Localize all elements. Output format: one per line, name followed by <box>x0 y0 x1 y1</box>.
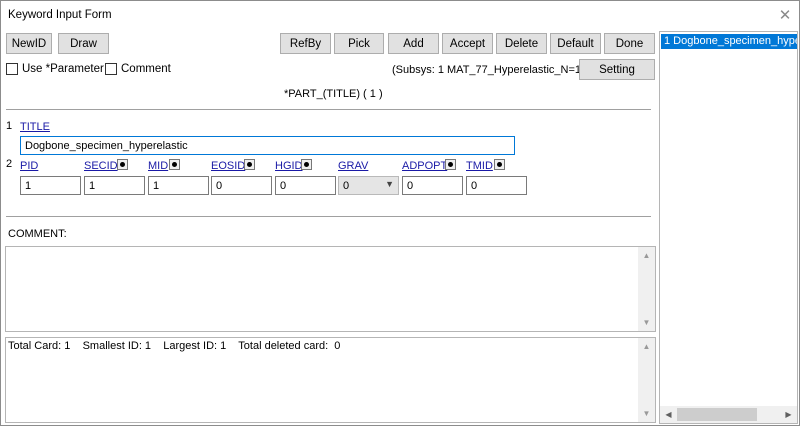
scrollbar-thumb[interactable] <box>677 408 757 421</box>
adpopt-input[interactable]: 0 <box>402 176 463 195</box>
title-field-label[interactable]: TITLE <box>20 121 50 133</box>
secid-input[interactable]: 1 <box>84 176 145 195</box>
comment-checkbox[interactable]: Comment <box>105 63 171 75</box>
keyword-input-window: Keyword Input Form ✕ NewID Draw RefBy Pi… <box>0 0 800 426</box>
eosid-field-label[interactable]: EOSID <box>211 160 245 172</box>
scroll-up-icon[interactable]: ▲ <box>638 338 655 355</box>
comment-textarea[interactable]: ▲ ▼ <box>5 246 656 332</box>
scroll-left-icon[interactable]: ◀ <box>660 406 677 423</box>
divider <box>6 216 651 218</box>
accept-button[interactable]: Accept <box>442 33 493 54</box>
newid-button[interactable]: NewID <box>6 33 52 54</box>
tmid-input[interactable]: 0 <box>466 176 527 195</box>
delete-button[interactable]: Delete <box>496 33 547 54</box>
hgid-pick-icon[interactable] <box>301 159 312 170</box>
done-button[interactable]: Done <box>604 33 655 54</box>
scroll-right-icon[interactable]: ▶ <box>780 406 797 423</box>
subsys-info: (Subsys: 1 MAT_77_Hyperelastic_N=1.k) <box>392 64 594 76</box>
vertical-scrollbar[interactable]: ▲ ▼ <box>638 247 655 331</box>
default-button[interactable]: Default <box>550 33 601 54</box>
divider <box>6 109 651 111</box>
keyword-header: *PART_(TITLE) ( 1 ) <box>284 88 383 100</box>
add-button[interactable]: Add <box>388 33 439 54</box>
comment-checkbox-label: Comment <box>121 63 171 75</box>
mid-input[interactable]: 1 <box>148 176 209 195</box>
grav-select[interactable]: 0 ▼ <box>338 176 399 195</box>
hgid-input[interactable]: 0 <box>275 176 336 195</box>
refby-button[interactable]: RefBy <box>280 33 331 54</box>
pid-field-label[interactable]: PID <box>20 160 38 172</box>
pick-button[interactable]: Pick <box>334 33 384 54</box>
eosid-pick-icon[interactable] <box>244 159 255 170</box>
use-parameter-label: Use *Parameter <box>22 63 104 75</box>
eosid-input[interactable]: 0 <box>211 176 272 195</box>
scroll-down-icon[interactable]: ▼ <box>638 405 655 422</box>
chevron-down-icon[interactable]: ▼ <box>385 179 394 189</box>
vertical-scrollbar[interactable]: ▲ ▼ <box>638 338 655 422</box>
tmid-pick-icon[interactable] <box>494 159 505 170</box>
adpopt-pick-icon[interactable] <box>445 159 456 170</box>
mid-pick-icon[interactable] <box>169 159 180 170</box>
title-bar: Keyword Input Form ✕ <box>1 1 799 31</box>
card-number: 1 <box>6 120 13 132</box>
draw-button[interactable]: Draw <box>58 33 109 54</box>
list-item-selected[interactable]: 1 Dogbone_specimen_hyperelastic <box>661 34 797 49</box>
horizontal-scrollbar[interactable]: ◀ ▶ <box>660 406 797 423</box>
secid-field-label[interactable]: SECID <box>84 160 118 172</box>
secid-pick-icon[interactable] <box>117 159 128 170</box>
checkbox-box[interactable] <box>6 63 18 75</box>
hgid-field-label[interactable]: HGID <box>275 160 303 172</box>
comment-label: COMMENT: <box>8 228 67 240</box>
card-number: 2 <box>6 158 13 170</box>
scroll-down-icon[interactable]: ▼ <box>638 314 655 331</box>
mid-field-label[interactable]: MID <box>148 160 168 172</box>
window-title: Keyword Input Form <box>8 9 112 21</box>
close-icon[interactable]: ✕ <box>773 4 797 26</box>
tmid-field-label[interactable]: TMID <box>466 160 493 172</box>
adpopt-field-label[interactable]: ADPOPT <box>402 160 447 172</box>
grav-field-label[interactable]: GRAV <box>338 160 368 172</box>
grav-select-value: 0 <box>343 180 350 192</box>
scroll-up-icon[interactable]: ▲ <box>638 247 655 264</box>
keyword-list[interactable]: 1 Dogbone_specimen_hyperelastic ◀ ▶ <box>659 31 798 424</box>
pid-input[interactable]: 1 <box>20 176 81 195</box>
status-text: Total Card: 1 Smallest ID: 1 Largest ID:… <box>8 340 341 352</box>
setting-button[interactable]: Setting <box>579 59 655 80</box>
title-input[interactable]: Dogbone_specimen_hyperelastic <box>20 136 515 155</box>
checkbox-box[interactable] <box>105 63 117 75</box>
use-parameter-checkbox[interactable]: Use *Parameter <box>6 63 104 75</box>
